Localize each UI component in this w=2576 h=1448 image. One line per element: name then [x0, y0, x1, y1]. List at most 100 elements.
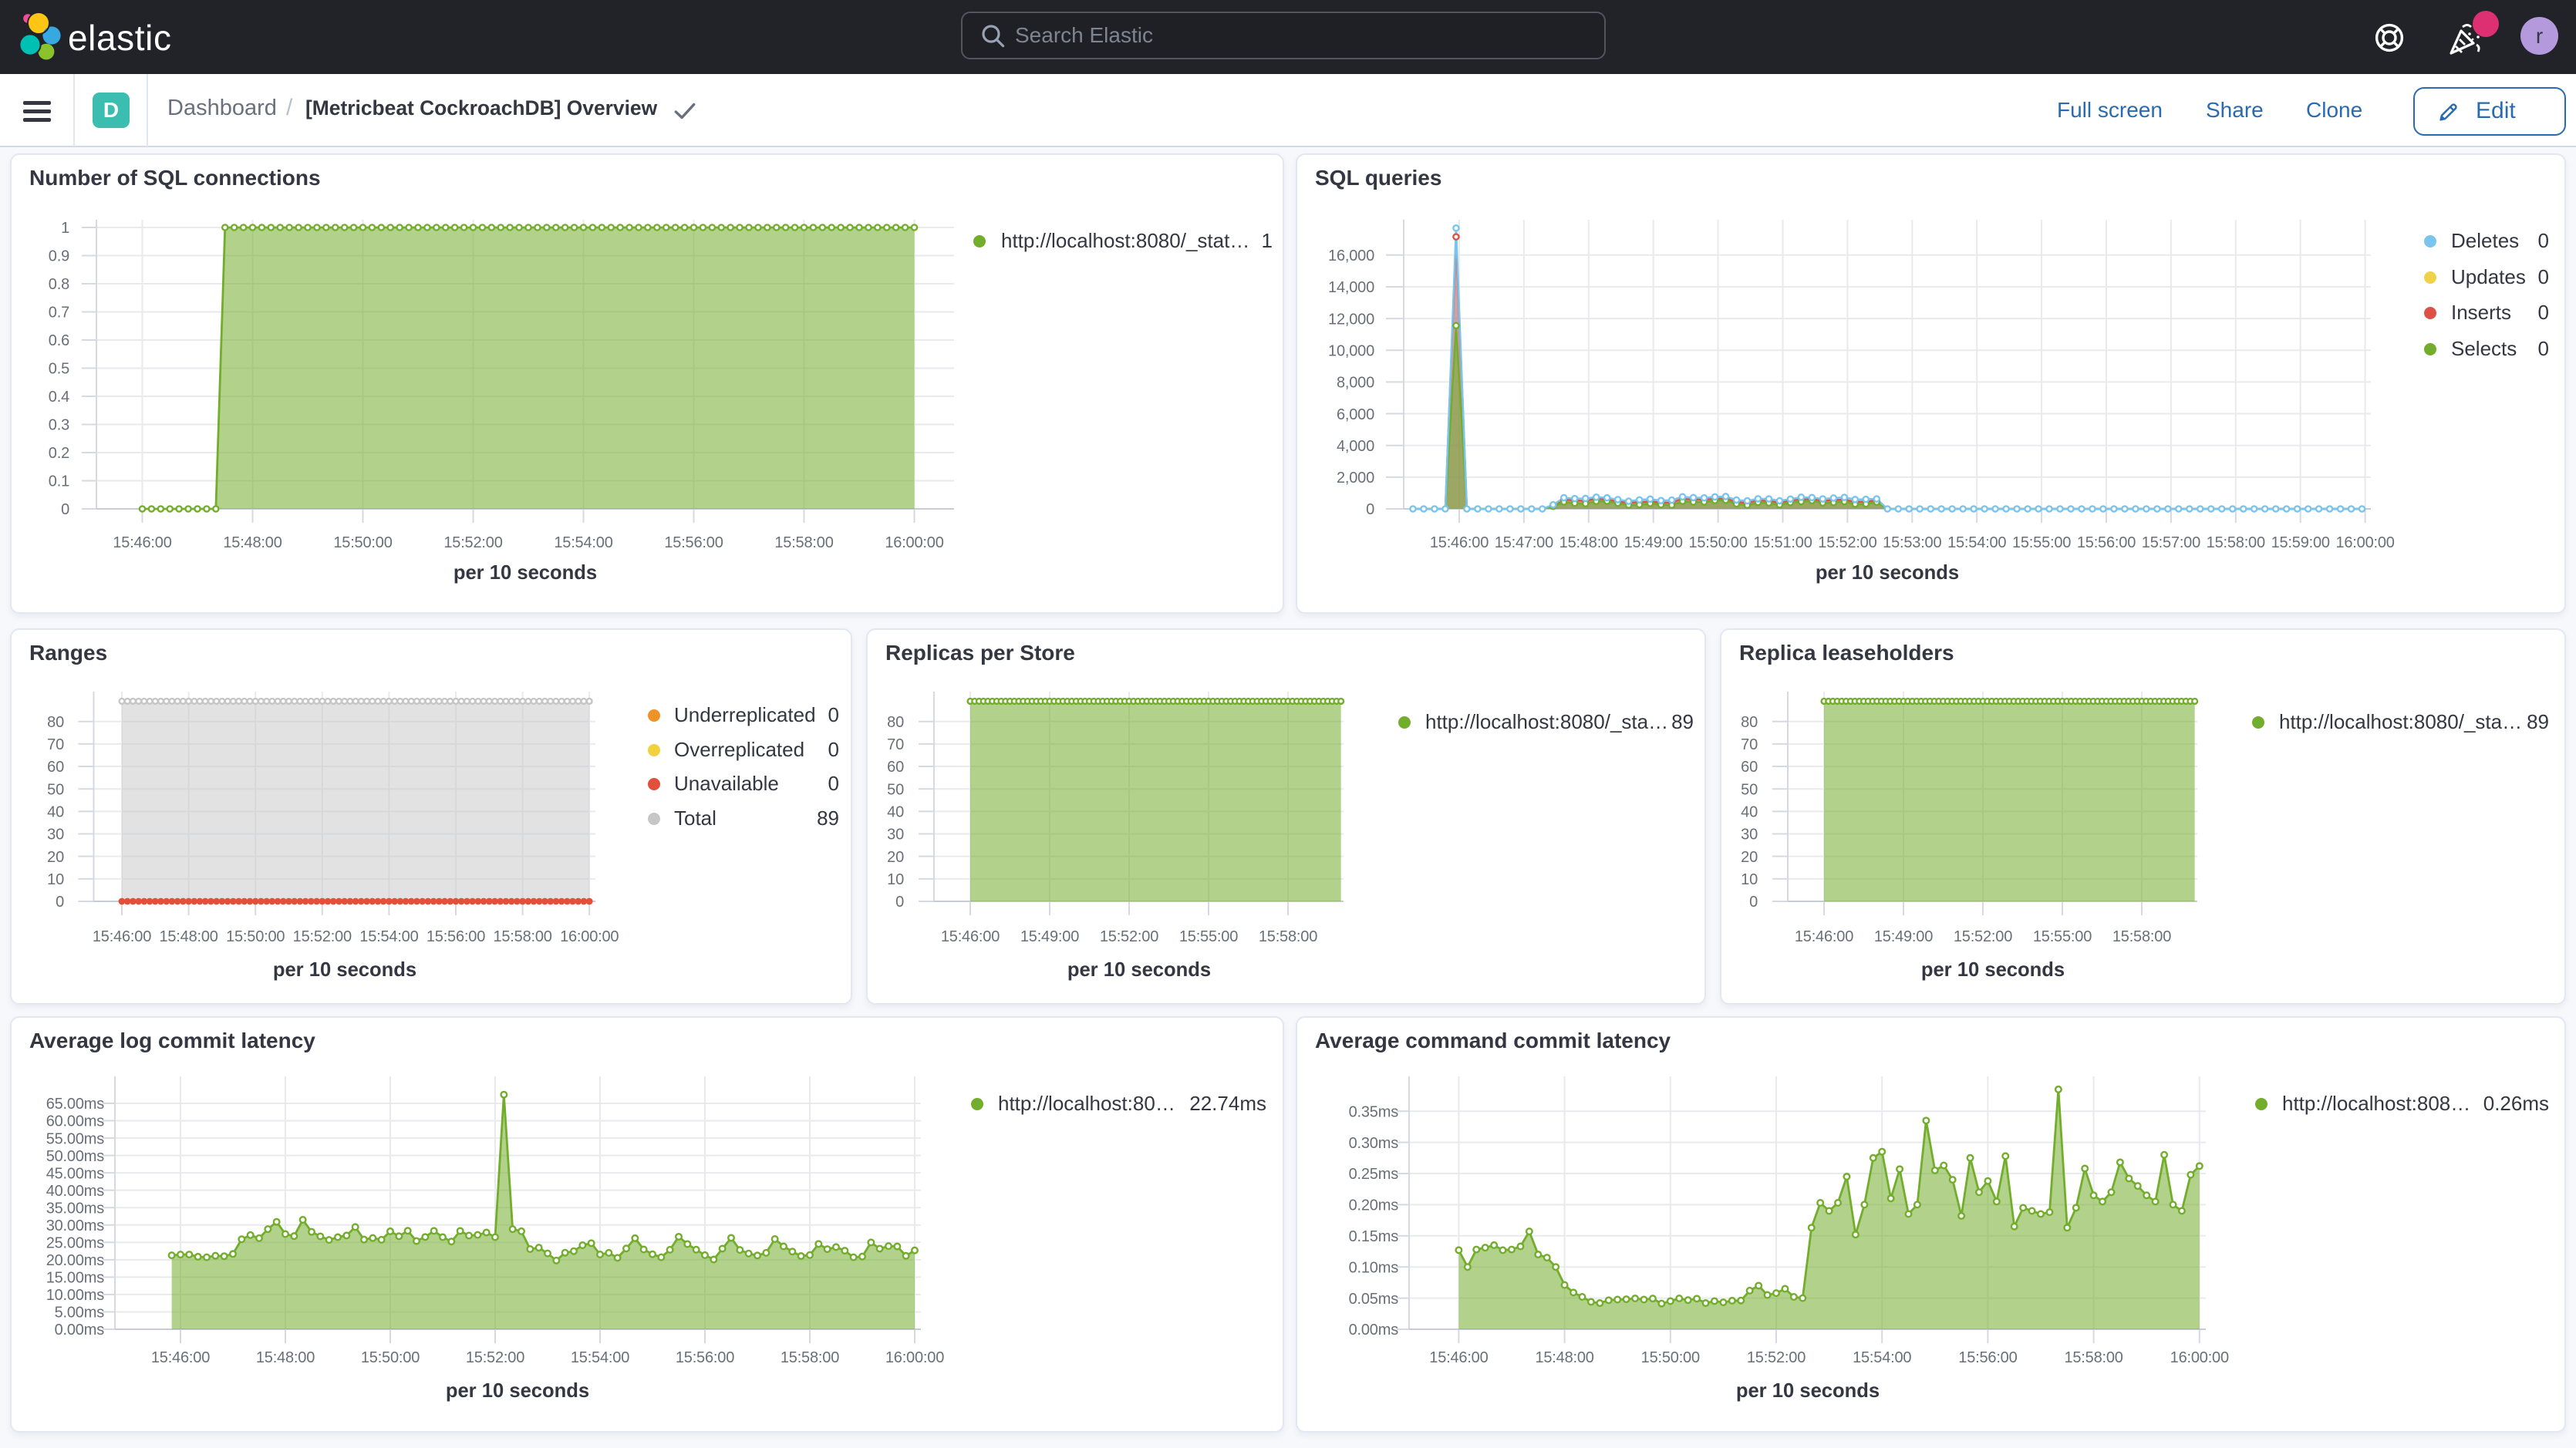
svg-text:15:53:00: 15:53:00: [1883, 534, 1941, 551]
svg-text:16:00:00: 16:00:00: [560, 928, 619, 945]
svg-text:15:50:00: 15:50:00: [1688, 534, 1747, 551]
svg-text:per 10 seconds: per 10 seconds: [1816, 562, 1959, 584]
svg-text:15:49:00: 15:49:00: [1020, 928, 1079, 945]
svg-text:0.35ms: 0.35ms: [1349, 1103, 1399, 1120]
svg-text:15:50:00: 15:50:00: [226, 928, 285, 945]
svg-text:50: 50: [887, 781, 904, 798]
svg-text:per 10 seconds: per 10 seconds: [453, 562, 597, 584]
svg-text:0: 0: [895, 894, 904, 911]
svg-text:15:46:00: 15:46:00: [1430, 534, 1489, 551]
svg-text:15:52:00: 15:52:00: [1954, 928, 2012, 945]
svg-text:per 10 seconds: per 10 seconds: [1067, 959, 1211, 981]
svg-text:15:56:00: 15:56:00: [427, 928, 485, 945]
svg-text:15:46:00: 15:46:00: [93, 928, 151, 945]
svg-text:60.00ms: 60.00ms: [46, 1113, 105, 1130]
svg-text:15:48:00: 15:48:00: [256, 1349, 315, 1366]
svg-text:15:57:00: 15:57:00: [2142, 534, 2200, 551]
svg-text:55.00ms: 55.00ms: [46, 1130, 105, 1147]
svg-text:15:48:00: 15:48:00: [1559, 534, 1618, 551]
svg-text:80: 80: [47, 714, 64, 731]
svg-text:15:55:00: 15:55:00: [1179, 928, 1238, 945]
svg-text:0.10ms: 0.10ms: [1349, 1259, 1399, 1276]
svg-text:4,000: 4,000: [1337, 438, 1374, 455]
svg-text:0: 0: [1749, 894, 1758, 911]
svg-text:15:59:00: 15:59:00: [2271, 534, 2330, 551]
svg-text:40: 40: [887, 804, 904, 821]
svg-text:15:48:00: 15:48:00: [159, 928, 217, 945]
svg-text:15:52:00: 15:52:00: [1100, 928, 1158, 945]
svg-text:50.00ms: 50.00ms: [46, 1148, 105, 1165]
svg-text:15:58:00: 15:58:00: [2064, 1349, 2123, 1366]
svg-text:80: 80: [887, 714, 904, 731]
svg-text:0.4: 0.4: [49, 389, 69, 406]
svg-text:12,000: 12,000: [1328, 311, 1374, 328]
svg-text:16:00:00: 16:00:00: [2170, 1349, 2229, 1366]
svg-text:15:52:00: 15:52:00: [1818, 534, 1876, 551]
svg-text:0.20ms: 0.20ms: [1349, 1197, 1399, 1214]
svg-text:40: 40: [47, 804, 64, 821]
svg-text:40: 40: [1741, 804, 1758, 821]
svg-text:0.25ms: 0.25ms: [1349, 1166, 1399, 1183]
svg-text:15:50:00: 15:50:00: [333, 534, 392, 551]
svg-text:15:54:00: 15:54:00: [1853, 1349, 1911, 1366]
svg-text:16:00:00: 16:00:00: [885, 534, 943, 551]
svg-text:14,000: 14,000: [1328, 279, 1374, 296]
svg-text:15:54:00: 15:54:00: [554, 534, 612, 551]
svg-text:0.15ms: 0.15ms: [1349, 1228, 1399, 1245]
svg-text:20: 20: [47, 849, 64, 866]
svg-text:15:58:00: 15:58:00: [493, 928, 551, 945]
svg-text:0.8: 0.8: [49, 276, 69, 293]
svg-text:15:56:00: 15:56:00: [2077, 534, 2136, 551]
svg-text:15:52:00: 15:52:00: [293, 928, 352, 945]
svg-text:0.00ms: 0.00ms: [55, 1322, 105, 1339]
svg-text:2,000: 2,000: [1337, 470, 1374, 487]
svg-text:30: 30: [1741, 827, 1758, 844]
svg-text:15:55:00: 15:55:00: [2033, 928, 2092, 945]
svg-text:10: 10: [887, 871, 904, 888]
svg-text:0.7: 0.7: [49, 305, 69, 322]
svg-text:20.00ms: 20.00ms: [46, 1252, 105, 1269]
svg-text:15:58:00: 15:58:00: [774, 534, 833, 551]
svg-text:15:58:00: 15:58:00: [1259, 928, 1317, 945]
svg-text:0.3: 0.3: [49, 417, 69, 434]
svg-text:15:48:00: 15:48:00: [223, 534, 282, 551]
svg-text:15:56:00: 15:56:00: [1958, 1349, 2017, 1366]
svg-text:50: 50: [1741, 781, 1758, 798]
svg-text:15:58:00: 15:58:00: [781, 1349, 839, 1366]
svg-text:16,000: 16,000: [1328, 248, 1374, 264]
svg-text:35.00ms: 35.00ms: [46, 1200, 105, 1217]
svg-text:10.00ms: 10.00ms: [46, 1287, 105, 1304]
svg-text:15:52:00: 15:52:00: [1747, 1349, 1806, 1366]
svg-text:0: 0: [1366, 501, 1374, 518]
svg-text:45.00ms: 45.00ms: [46, 1165, 105, 1182]
svg-text:20: 20: [1741, 849, 1758, 866]
svg-text:50: 50: [47, 781, 64, 798]
svg-text:16:00:00: 16:00:00: [885, 1349, 944, 1366]
svg-text:15:58:00: 15:58:00: [2207, 534, 2265, 551]
svg-text:15:54:00: 15:54:00: [359, 928, 418, 945]
svg-text:0.5: 0.5: [49, 361, 69, 378]
svg-text:per 10 seconds: per 10 seconds: [446, 1380, 589, 1402]
svg-text:16:00:00: 16:00:00: [2335, 534, 2394, 551]
svg-text:30: 30: [47, 827, 64, 844]
svg-text:0: 0: [61, 501, 69, 518]
svg-text:30.00ms: 30.00ms: [46, 1217, 105, 1234]
svg-text:15:46:00: 15:46:00: [113, 534, 171, 551]
svg-text:0.30ms: 0.30ms: [1349, 1135, 1399, 1152]
svg-text:30: 30: [887, 827, 904, 844]
svg-text:10: 10: [47, 871, 64, 888]
svg-text:10: 10: [1741, 871, 1758, 888]
svg-text:0.05ms: 0.05ms: [1349, 1291, 1399, 1308]
svg-text:80: 80: [1741, 714, 1758, 731]
svg-text:15:58:00: 15:58:00: [2112, 928, 2171, 945]
svg-text:5.00ms: 5.00ms: [55, 1305, 105, 1322]
svg-text:15:46:00: 15:46:00: [1429, 1349, 1488, 1366]
svg-text:8,000: 8,000: [1337, 375, 1374, 392]
svg-text:0: 0: [56, 894, 64, 911]
svg-text:per 10 seconds: per 10 seconds: [1736, 1380, 1880, 1402]
svg-text:6,000: 6,000: [1337, 406, 1374, 423]
svg-text:15:51:00: 15:51:00: [1753, 534, 1812, 551]
svg-text:15:54:00: 15:54:00: [1947, 534, 2006, 551]
svg-text:60: 60: [1741, 759, 1758, 776]
svg-text:15:52:00: 15:52:00: [443, 534, 502, 551]
